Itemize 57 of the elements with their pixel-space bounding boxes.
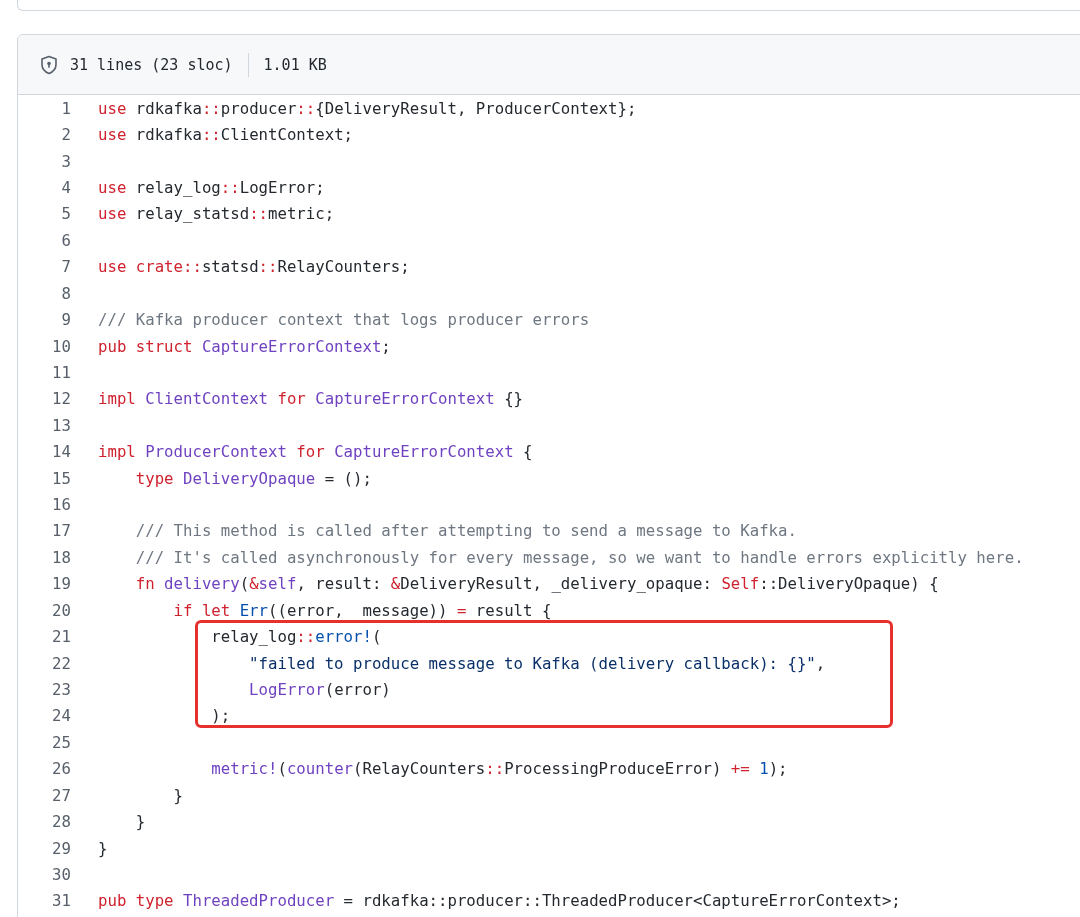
line-number: 26 bbox=[51, 759, 71, 779]
line-number: 18 bbox=[51, 547, 71, 567]
code-line: use rdkafka::producer::{DeliveryResult, ProducerContext}; bbox=[98, 98, 637, 118]
line-number: 11 bbox=[51, 362, 71, 382]
line-number: 17 bbox=[51, 521, 71, 541]
line-number: 19 bbox=[51, 574, 71, 594]
code-line: if let Err((error, message)) = result { bbox=[172, 600, 552, 620]
code-line: } bbox=[98, 838, 108, 858]
code-line: } bbox=[172, 785, 183, 805]
code-line: use relay_statsd::metric; bbox=[98, 204, 335, 224]
line-number: 3 bbox=[60, 151, 71, 171]
line-number: 8 bbox=[60, 283, 71, 303]
code-line: use relay_log::LogError; bbox=[98, 177, 325, 197]
file-size: 1.01 KB bbox=[263, 55, 327, 74]
code-line: ); bbox=[210, 706, 231, 726]
line-number: 5 bbox=[60, 204, 71, 224]
line-number: 12 bbox=[51, 389, 71, 409]
line-number: 13 bbox=[51, 415, 71, 435]
code-line: "failed to produce message to Kafka (delivery callback): {}", bbox=[248, 653, 826, 673]
code-line: metric!(counter(RelayCounters::ProcessingProduceError) += 1); bbox=[210, 759, 788, 779]
line-number: 23 bbox=[51, 680, 71, 699]
code-line: fn delivery(&self, result: &DeliveryResult, _delivery_opaque: Self::DeliveryOpaque) { bbox=[134, 574, 939, 594]
code-line: /// It's called asynchronously for every message, so we want to handle errors explicitly here. bbox=[134, 547, 1024, 567]
code-line: impl ProducerContext for CaptureErrorContext { bbox=[98, 442, 533, 462]
line-number: 4 bbox=[60, 177, 71, 197]
line-count: 31 lines (23 sloc) bbox=[70, 55, 233, 74]
line-number: 14 bbox=[51, 442, 71, 462]
line-number: 30 bbox=[51, 864, 71, 884]
code-line: impl ClientContext for CaptureErrorContext {} bbox=[98, 389, 524, 409]
line-number: 29 bbox=[51, 838, 71, 858]
line-number: 21 bbox=[51, 627, 71, 647]
line-number: 7 bbox=[60, 257, 71, 277]
line-number: 15 bbox=[51, 468, 71, 488]
line-number: 24 bbox=[51, 706, 71, 726]
line-number: 27 bbox=[51, 785, 71, 805]
shield-icon bbox=[40, 54, 58, 75]
code-line: LogError(error) bbox=[248, 680, 391, 699]
line-number: 1 bbox=[60, 98, 71, 118]
code-line: relay_log::error!( bbox=[210, 627, 382, 647]
code-line: /// This method is called after attempting to send a message to Kafka. bbox=[134, 521, 797, 541]
line-number: 6 bbox=[60, 230, 71, 250]
code-line: /// Kafka producer context that logs producer errors bbox=[98, 310, 590, 330]
line-number: 16 bbox=[51, 495, 71, 515]
code-line: pub struct CaptureErrorContext; bbox=[98, 336, 391, 356]
line-number: 22 bbox=[51, 653, 71, 673]
line-number: 2 bbox=[60, 125, 71, 145]
code-line: use crate::statsd::RelayCounters; bbox=[98, 257, 410, 277]
line-number: 20 bbox=[51, 600, 71, 620]
line-number: 9 bbox=[60, 310, 71, 330]
code-line: pub type ThreadedProducer = rdkafka::producer::ThreadedProducer<CaptureErrorContext>; bbox=[98, 891, 901, 911]
code-line: } bbox=[134, 812, 146, 832]
code-line: type DeliveryOpaque = (); bbox=[134, 468, 372, 488]
code-line: use rdkafka::ClientContext; bbox=[98, 125, 354, 145]
line-number: 10 bbox=[51, 336, 71, 356]
line-number: 25 bbox=[51, 732, 71, 752]
line-number: 28 bbox=[51, 812, 71, 832]
line-number: 31 bbox=[51, 891, 71, 911]
